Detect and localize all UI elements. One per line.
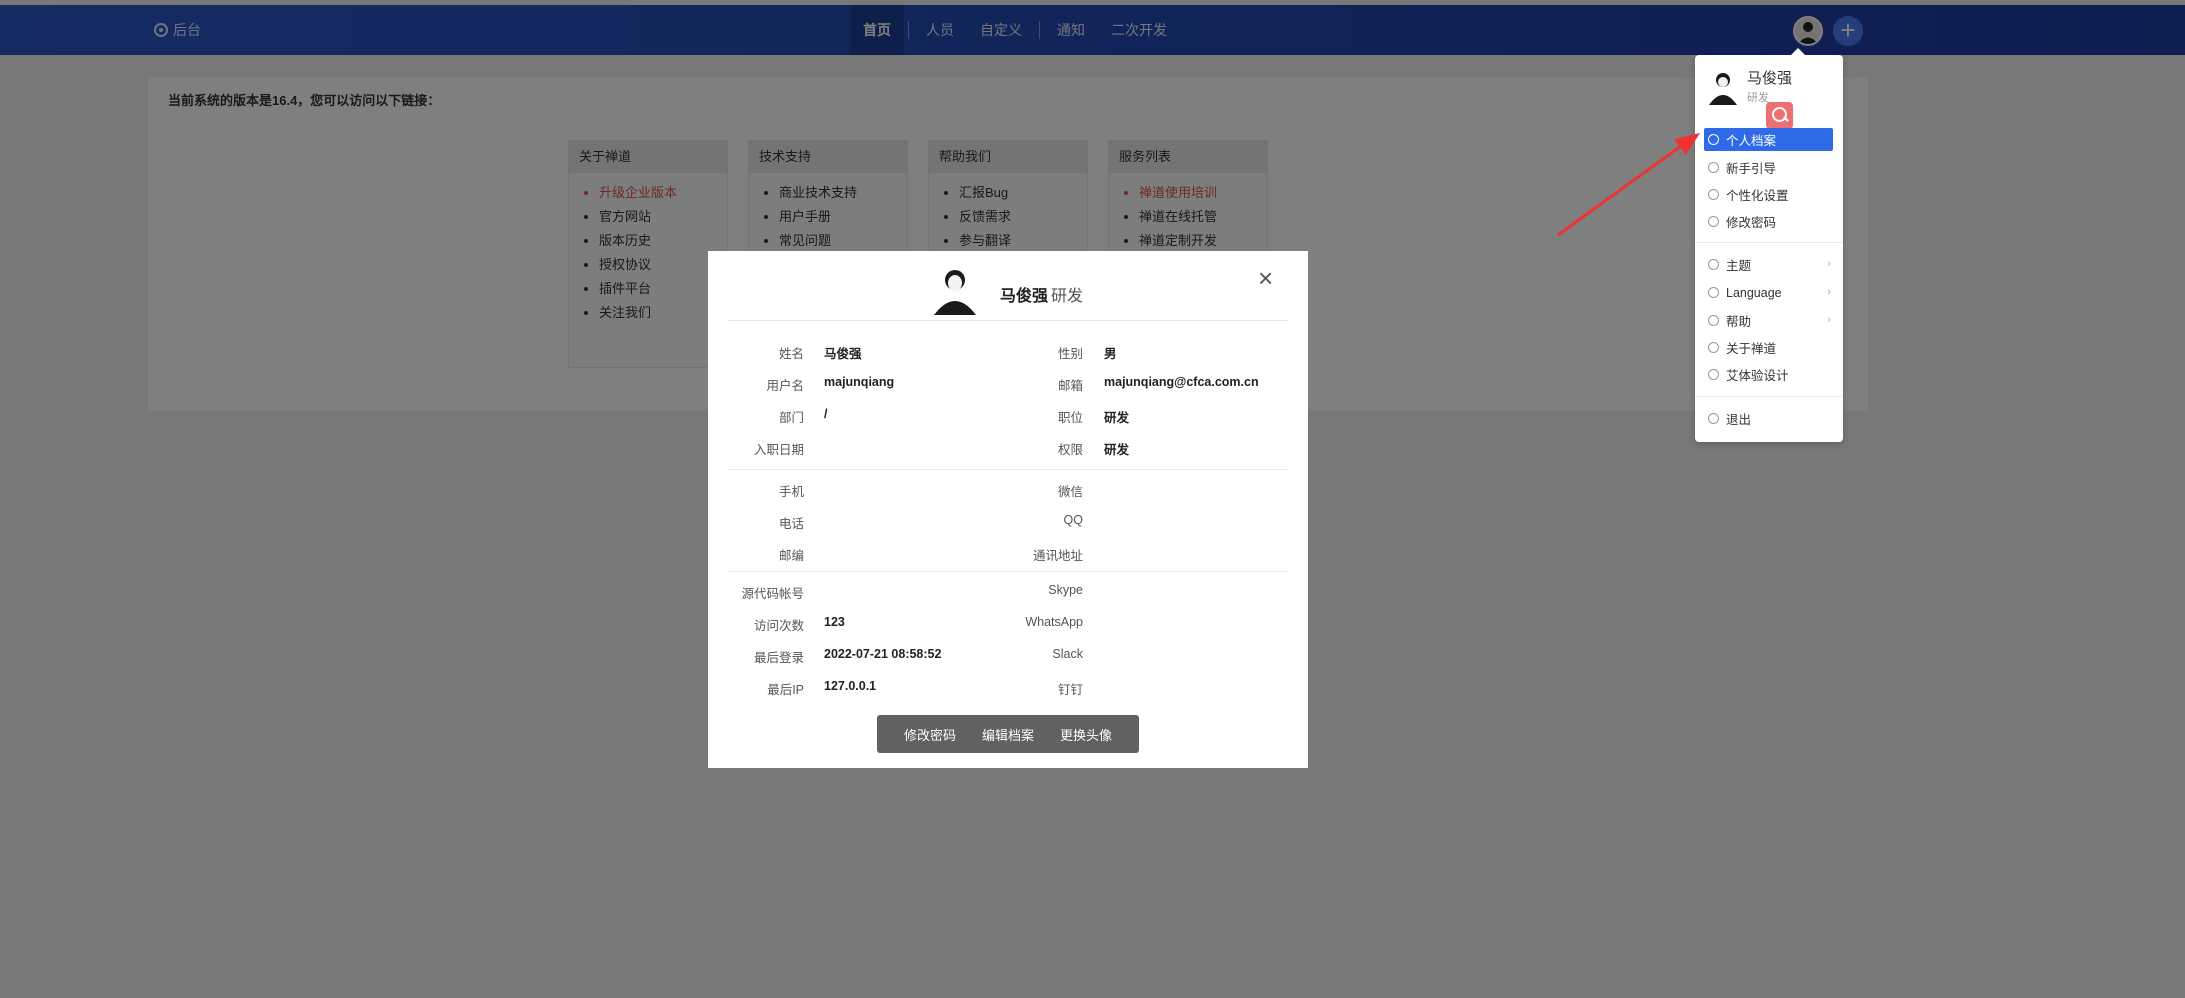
change-password-button[interactable]: 修改密码: [904, 725, 956, 744]
chevron-right-icon: ›: [1827, 314, 1831, 326]
menu-label: Language: [1726, 285, 1782, 300]
divider: [728, 320, 1288, 321]
field-value: 研发: [1104, 443, 1130, 457]
menu-label: 修改密码: [1726, 216, 1777, 230]
menu-language[interactable]: Language ›: [1704, 281, 1833, 304]
profile-row: 用户名 majunqiang 邮箱 majunqiang@cfca.com.cn: [708, 367, 1308, 399]
info-icon: [1708, 342, 1719, 353]
menu-label: 主题: [1726, 259, 1752, 273]
profile-row: 手机 微信: [708, 473, 1308, 505]
modal-user-name: 马俊强: [1000, 288, 1049, 305]
annotation-arrow: [1557, 133, 1700, 237]
change-avatar-button[interactable]: 更换头像: [1060, 725, 1112, 744]
menu-label: 个人档案: [1726, 134, 1777, 148]
menu-theme[interactable]: 主题 ›: [1704, 253, 1833, 276]
menu-label: 关于禅道: [1726, 342, 1777, 356]
field-label: 钉钉: [1057, 683, 1083, 697]
field-value: 男: [1104, 347, 1117, 361]
menu-label: 艾体验设计: [1726, 369, 1789, 383]
logout-icon: [1708, 413, 1719, 424]
field-label: 微信: [1057, 485, 1083, 499]
menu-profile[interactable]: 个人档案: [1704, 128, 1833, 151]
field-label: WhatsApp: [1025, 615, 1083, 629]
field-label: 职位: [1057, 411, 1083, 425]
field-label: 电话: [778, 517, 804, 531]
triangle-icon: [1708, 369, 1719, 380]
field-value: 研发: [1104, 411, 1130, 425]
modal-header: 马俊强 研发: [708, 263, 1308, 315]
field-label: QQ: [1063, 513, 1083, 527]
avatar: [934, 270, 976, 315]
menu-label: 退出: [1726, 413, 1752, 427]
field-label: Skype: [1048, 583, 1083, 597]
menu-about[interactable]: 关于禅道: [1704, 336, 1833, 359]
field-label: 邮编: [778, 549, 804, 563]
profile-row: 访问次数 123 WhatsApp: [708, 607, 1308, 639]
field-value: majunqiang: [824, 375, 895, 389]
field-value: 2022-07-21 08:58:52: [824, 647, 942, 661]
field-value: 127.0.0.1: [824, 679, 877, 693]
field-label: 部门: [778, 411, 804, 425]
profile-row: 部门 / 职位 研发: [708, 399, 1308, 431]
profile-row: 源代码帐号 Skype: [708, 575, 1308, 607]
field-label: 最后IP: [767, 683, 804, 697]
menu-divider: [1695, 396, 1843, 397]
field-label: 性别: [1057, 347, 1083, 361]
dropdown-user-role: 研发: [1747, 92, 1769, 104]
field-label: 用户名: [766, 379, 804, 393]
search-icon[interactable]: [1766, 102, 1793, 129]
profile-row: 姓名 马俊强 性别 男: [708, 335, 1308, 367]
modal-action-buttons: 修改密码 编辑档案 更换头像: [877, 715, 1139, 753]
field-label: 最后登录: [753, 651, 804, 665]
divider: [728, 571, 1288, 572]
divider: [728, 469, 1288, 470]
menu-label: 帮助: [1726, 315, 1752, 329]
modal-user-role: 研发: [1051, 288, 1084, 305]
dropdown-user-name: 马俊强: [1747, 70, 1793, 87]
field-value: /: [824, 407, 828, 421]
field-label: 源代码帐号: [741, 587, 804, 601]
menu-divider: [1695, 242, 1843, 243]
field-label: 权限: [1057, 443, 1083, 457]
globe-icon: [1708, 287, 1719, 298]
avatar: [1709, 73, 1737, 105]
user-dropdown-menu: 马俊强 研发 个人档案 新手引导 个性化设置 修改密码 主题 › Language…: [1695, 48, 1843, 442]
profile-row: 邮编 通讯地址: [708, 537, 1308, 569]
field-label: 手机: [778, 485, 804, 499]
field-value: 马俊强: [824, 347, 862, 361]
menu-tutorial[interactable]: 新手引导: [1704, 156, 1833, 179]
menu-label: 个性化设置: [1726, 189, 1789, 203]
menu-logout[interactable]: 退出: [1704, 407, 1833, 430]
field-label: Slack: [1052, 647, 1083, 661]
edit-profile-button[interactable]: 编辑档案: [982, 725, 1034, 744]
profile-row: 最后登录 2022-07-21 08:58:52 Slack: [708, 639, 1308, 671]
field-label: 通讯地址: [1032, 549, 1083, 563]
shirt-icon: [1708, 259, 1719, 270]
field-label: 邮箱: [1057, 379, 1083, 393]
field-label: 访问次数: [753, 619, 804, 633]
field-value: 123: [824, 615, 845, 629]
profile-modal: 马俊强 研发 × 姓名 马俊强 性别男 用户名 majunqiang 邮箱 majunqi…: [708, 251, 1308, 768]
menu-change-password[interactable]: 修改密码: [1704, 210, 1833, 233]
question-icon: [1708, 315, 1719, 326]
profile-row: 电话 QQ: [708, 505, 1308, 537]
chevron-right-icon: ›: [1827, 258, 1831, 270]
menu-help[interactable]: 帮助 ›: [1704, 309, 1833, 332]
profile-row: 最后IP 127.0.0.1 钉钉: [708, 671, 1308, 703]
field-label: 姓名: [778, 347, 804, 361]
field-value: majunqiang@cfca.com.cn: [1104, 375, 1259, 389]
field-label: 入职日期: [753, 443, 804, 457]
menu-preferences[interactable]: 个性化设置: [1704, 183, 1833, 206]
menu-design[interactable]: 艾体验设计: [1704, 363, 1833, 386]
close-icon[interactable]: ×: [1258, 265, 1273, 291]
profile-row: 入职日期 权限 研发: [708, 431, 1308, 463]
chevron-right-icon: ›: [1827, 286, 1831, 298]
menu-label: 新手引导: [1726, 162, 1777, 176]
